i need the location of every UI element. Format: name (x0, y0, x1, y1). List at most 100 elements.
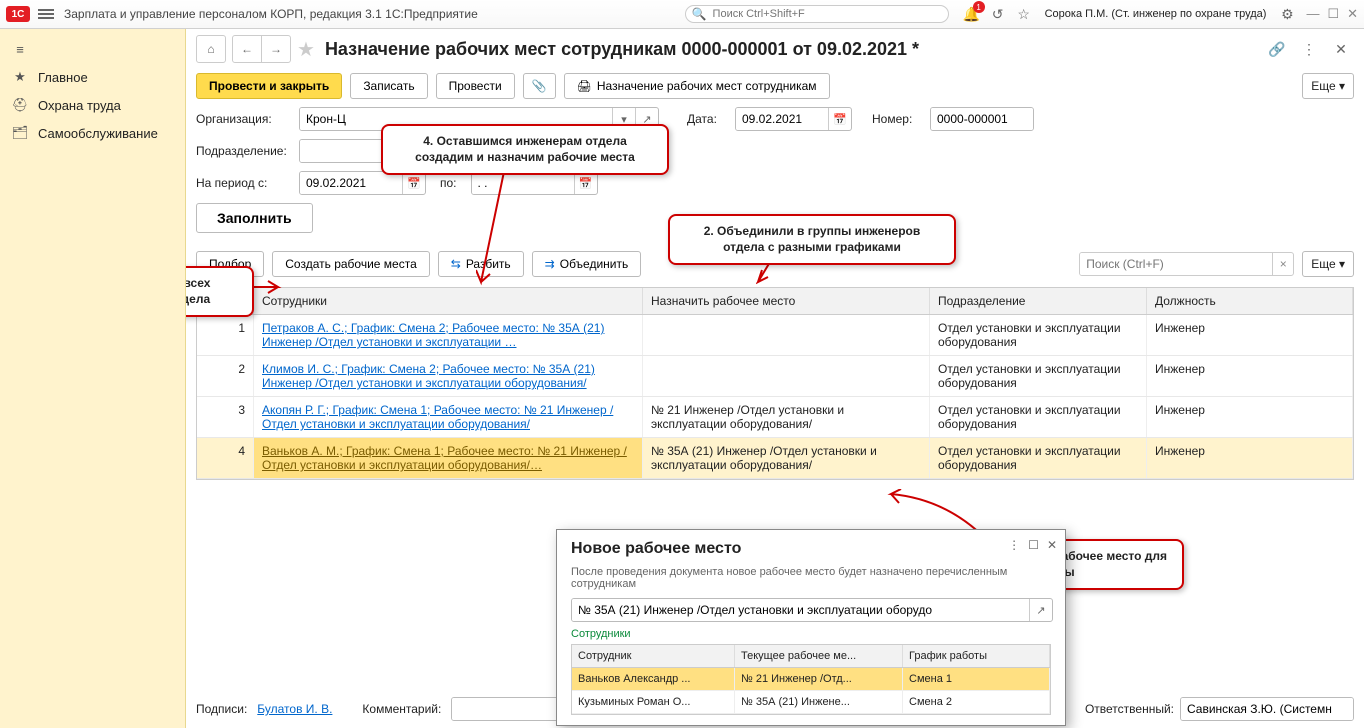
employees-grid[interactable]: Сотрудники Назначить рабочее место Подра… (196, 287, 1354, 480)
cell-workplace[interactable]: № 35А (21) Инженер /Отдел установки и эк… (643, 438, 930, 478)
cell-workplace[interactable] (643, 315, 930, 355)
sidebar-item-selfservice[interactable]: 🗂Самообслуживание (0, 119, 185, 147)
favorite-toggle[interactable]: ★ (297, 37, 315, 62)
date-input[interactable] (736, 108, 828, 130)
table-row[interactable]: 4Ваньков А. М.; График: Смена 1; Рабочее… (197, 438, 1353, 479)
sidebar-item-label: Самообслуживание (38, 126, 158, 141)
link-icon[interactable]: 🔗 (1268, 40, 1286, 58)
number-input[interactable] (931, 108, 1033, 130)
nav-fwd-button[interactable]: → (262, 36, 290, 62)
cell-employee[interactable]: Петраков А. С.; График: Смена 2; Рабочее… (254, 315, 643, 355)
cell-position: Инженер (1147, 438, 1353, 478)
close-tab-icon[interactable]: ✕ (1332, 40, 1350, 58)
resp-field[interactable] (1180, 697, 1354, 721)
cell-workplace[interactable] (643, 356, 930, 396)
attach-button[interactable]: 📎 (523, 73, 556, 99)
printer-icon: 🖨 (577, 79, 592, 93)
global-search[interactable]: 🔍 (685, 5, 949, 23)
post-button[interactable]: Провести (436, 73, 515, 99)
popup-close-icon[interactable]: ✕ (1047, 538, 1057, 552)
col-position[interactable]: Должность (1147, 288, 1353, 314)
employee-link[interactable]: Ваньков А. М.; График: Смена 1; Рабочее … (262, 444, 627, 472)
table-search[interactable]: × (1079, 252, 1294, 276)
clear-search-icon[interactable]: × (1272, 253, 1293, 275)
table-row[interactable]: 1 Петраков А. С.; График: Смена 2; Рабоче… (197, 315, 1353, 356)
sidebar-toggle[interactable]: ≡ (0, 35, 185, 63)
employee-link[interactable]: Петраков А. С.; График: Смена 2; Рабочее… (262, 321, 604, 349)
col-employees[interactable]: Сотрудники (254, 288, 643, 314)
calendar-icon[interactable]: 📅 (574, 172, 597, 194)
open-icon[interactable]: ↗ (1029, 599, 1052, 621)
cell-employee[interactable]: Ваньков А. М.; График: Смена 1; Рабочее … (254, 438, 643, 478)
period-from-input[interactable] (300, 172, 402, 194)
fill-button[interactable]: Заполнить (196, 203, 313, 233)
notif-badge: 1 (973, 1, 985, 13)
date-field[interactable]: 📅 (735, 107, 852, 131)
close-icon[interactable]: ✕ (1347, 6, 1358, 22)
create-workplaces-button[interactable]: Создать рабочие места (272, 251, 430, 277)
sidebar: ≡ ★Главное ⛑Охрана труда 🗂Самообслуживан… (0, 29, 186, 728)
popup-workplace-input[interactable] (572, 599, 1029, 621)
signs-link[interactable]: Булатов И. В. (257, 702, 332, 716)
star-icon: ★ (12, 69, 28, 85)
print-button[interactable]: 🖨 Назначение рабочих мест сотрудникам (564, 73, 830, 99)
merge-button[interactable]: ⇉Объединить (532, 251, 642, 277)
cell-number: 1 (197, 315, 254, 355)
main-area: ⌂ ← → ★ Назначение рабочих мест сотрудни… (186, 29, 1364, 728)
menu-icon[interactable] (38, 6, 54, 22)
table-row[interactable]: 2Климов И. С.; График: Смена 2; Рабочее … (197, 356, 1353, 397)
home-button[interactable]: ⌂ (196, 35, 226, 63)
popup-maximize-icon[interactable]: ☐ (1028, 538, 1039, 552)
app-title: Зарплата и управление персоналом КОРП, р… (64, 7, 478, 21)
calendar-icon[interactable]: 📅 (402, 172, 425, 194)
calendar-icon[interactable]: 📅 (828, 108, 851, 130)
minimize-icon[interactable]: — (1306, 6, 1319, 22)
popup-title: Новое рабочее место (571, 540, 1051, 558)
employee-link[interactable]: Акопян Р. Г.; График: Смена 1; Рабочее м… (262, 403, 613, 431)
more-button[interactable]: Еще ▾ (1302, 73, 1354, 99)
popup-cell-current: № 21 Инженер /Отд... (735, 668, 903, 690)
popup-table-row[interactable]: Ваньков Александр ...№ 21 Инженер /Отд..… (572, 668, 1050, 691)
maximize-icon[interactable]: ☐ (1327, 6, 1339, 22)
sidebar-item-main[interactable]: ★Главное (0, 63, 185, 91)
sidebar-item-safety[interactable]: ⛑Охрана труда (0, 91, 185, 119)
bell-icon[interactable]: 🔔1 (963, 5, 981, 23)
settings-icon[interactable]: ⚙ (1278, 5, 1296, 23)
signs-label: Подписи: (196, 702, 247, 716)
table-more-button[interactable]: Еще ▾ (1302, 251, 1354, 277)
popup-employees-grid[interactable]: Сотрудник Текущее рабочее ме... График р… (571, 644, 1051, 715)
popup-table-row[interactable]: Кузьминых Роман О...№ 35А (21) Инжене...… (572, 691, 1050, 714)
cell-employee[interactable]: Акопян Р. Г.; График: Смена 1; Рабочее м… (254, 397, 643, 437)
col-department[interactable]: Подразделение (930, 288, 1147, 314)
history-icon[interactable]: ↺ (989, 5, 1007, 23)
cell-employee[interactable]: Климов И. С.; График: Смена 2; Рабочее м… (254, 356, 643, 396)
table-row[interactable]: 3Акопян Р. Г.; График: Смена 1; Рабочее … (197, 397, 1353, 438)
table-search-input[interactable] (1080, 253, 1272, 275)
global-search-input[interactable] (711, 7, 942, 21)
star-icon[interactable]: ☆ (1015, 5, 1033, 23)
kebab-icon[interactable]: ⋮ (1300, 40, 1318, 58)
col-workplace[interactable]: Назначить рабочее место (643, 288, 930, 314)
number-field[interactable] (930, 107, 1034, 131)
sidebar-item-label: Охрана труда (38, 98, 121, 113)
split-button[interactable]: ⇆Разбить (438, 251, 524, 277)
print-label: Назначение рабочих мест сотрудникам (597, 79, 817, 93)
popup-kebab-icon[interactable]: ⋮ (1008, 538, 1020, 552)
cell-workplace[interactable]: № 21 Инженер /Отдел установки и эксплуат… (643, 397, 930, 437)
employee-link[interactable]: Климов И. С.; График: Смена 2; Рабочее м… (262, 362, 595, 390)
resp-input[interactable] (1181, 698, 1353, 720)
callout-1: 1. Подобрали всех инженеров отдела (186, 266, 254, 317)
cell-position: Инженер (1147, 315, 1353, 355)
current-user[interactable]: Сорока П.М. (Ст. инженер по охране труда… (1045, 8, 1267, 20)
post-and-close-button[interactable]: Провести и закрыть (196, 73, 342, 99)
popup-workplace-field[interactable]: ↗ (571, 598, 1053, 622)
nav-back-button[interactable]: ← (233, 36, 262, 62)
popup-col-employee[interactable]: Сотрудник (572, 645, 735, 667)
resp-label: Ответственный: (1085, 702, 1174, 716)
popup-col-current[interactable]: Текущее рабочее ме... (735, 645, 903, 667)
merge-icon: ⇉ (545, 257, 555, 271)
popup-cell-employee: Ваньков Александр ... (572, 668, 735, 690)
write-button[interactable]: Записать (350, 73, 427, 99)
period-to-input[interactable] (472, 172, 574, 194)
popup-col-schedule[interactable]: График работы (903, 645, 1050, 667)
